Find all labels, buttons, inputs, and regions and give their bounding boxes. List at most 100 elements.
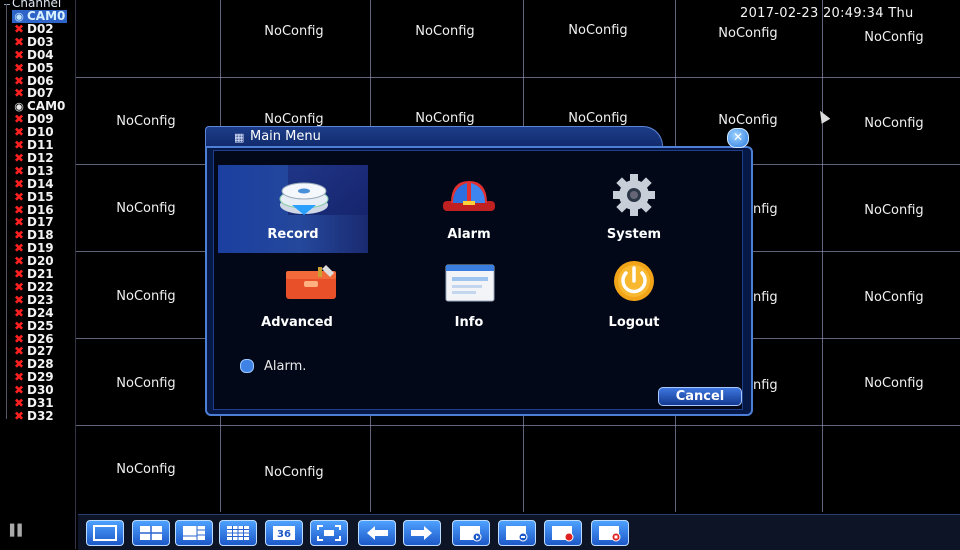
channel-cell-label: NoConfig — [116, 114, 176, 129]
channel-label: D15 — [27, 189, 54, 204]
channel-cell-label: NoConfig — [415, 24, 475, 39]
channel-cell-label: NoConfig — [864, 290, 924, 305]
layout-1-button[interactable] — [86, 520, 124, 546]
channel-label: D28 — [27, 357, 54, 372]
channel-label: D22 — [27, 279, 54, 294]
record-start-icon — [552, 526, 574, 542]
channel-label: D16 — [27, 202, 54, 217]
camera-offline-icon: ✖ — [13, 60, 25, 75]
channel-cell-label: NoConfig — [864, 30, 924, 45]
logout-icon — [614, 261, 654, 301]
dialog-title: Main Menu — [250, 129, 321, 144]
record-start-button[interactable] — [544, 520, 582, 546]
channel-label: D23 — [27, 292, 54, 307]
grid-divider — [76, 425, 960, 426]
channel-label: D27 — [27, 344, 54, 359]
status-line: Alarm. — [240, 358, 307, 374]
channel-label: CAM0 — [27, 99, 66, 114]
channel-item-d32[interactable]: ✖ D32 — [12, 408, 54, 423]
menu-item-record[interactable]: Record — [218, 165, 368, 253]
camera-offline-icon: ✖ — [13, 34, 25, 49]
channel-label: D11 — [27, 138, 54, 152]
bottom-toolbar: 36 — [78, 514, 960, 550]
fullscreen-button[interactable] — [310, 520, 348, 546]
channel-label: D05 — [27, 60, 54, 75]
channel-label: D03 — [27, 34, 54, 49]
advanced-icon — [286, 265, 336, 299]
channel-cell-label: NoConfig — [568, 111, 628, 126]
close-icon[interactable]: ✕ — [727, 128, 749, 148]
arrow-right-icon — [411, 526, 432, 540]
menu-item-alarm[interactable]: Alarm — [394, 165, 544, 253]
layout-36-button[interactable]: 36 — [265, 520, 303, 546]
channel-cell-label: NoConfig — [116, 462, 176, 477]
camera-offline-icon: ✖ — [13, 279, 25, 294]
ptz-button[interactable] — [498, 520, 536, 546]
dialog-body: Record Alarm System Advanced Info Logout… — [205, 146, 753, 416]
menu-item-label: Logout — [608, 315, 660, 330]
channel-label: D29 — [27, 370, 54, 385]
channel-cell-label: NoConfig — [116, 289, 176, 304]
channel-cell-label: NoConfig — [264, 112, 324, 127]
channel-label: D07 — [27, 86, 54, 101]
cancel-button[interactable]: Cancel — [658, 387, 742, 406]
channel-label: D13 — [27, 163, 54, 178]
channel-label: D10 — [27, 125, 54, 140]
menu-item-label: System — [606, 227, 662, 242]
channel-label: D25 — [27, 318, 54, 333]
channel-cell-label: NoConfig — [116, 376, 176, 391]
tree-connector — [4, 4, 10, 5]
camera-offline-icon: ✖ — [13, 318, 25, 333]
channel-cell-label: NoConfig — [864, 376, 924, 391]
info-icon — [445, 264, 495, 302]
info-dot-icon — [240, 358, 254, 373]
camera-offline-icon: ✖ — [13, 150, 25, 165]
menu-item-logout[interactable]: Logout — [559, 253, 709, 341]
channel-cell-label: NoConfig — [415, 111, 475, 126]
system-icon — [613, 174, 655, 216]
previous-button[interactable] — [358, 520, 396, 546]
quad-view-icon — [140, 526, 162, 540]
channel-cell-label: NoConfig — [864, 116, 924, 131]
channel-label: D02 — [27, 21, 54, 36]
record-stop-button[interactable] — [591, 520, 629, 546]
status-text: Alarm. — [264, 359, 307, 374]
channel-label: D18 — [27, 228, 54, 243]
menu-item-system[interactable]: System — [559, 165, 709, 253]
channel-label: D09 — [27, 112, 54, 127]
camera-offline-icon: ✖ — [13, 408, 25, 423]
channel-sidebar: Channel ◉ CAM0 ✖ D02 ✖ D03 ✖ D04 ✖ D05 ✖ D06 ✖ D07 ◉ CA… — [0, 0, 76, 549]
layout-16-button[interactable] — [219, 520, 257, 546]
channel-label: D12 — [27, 150, 54, 165]
camera-offline-icon: ✖ — [13, 47, 25, 62]
record-stop-icon — [599, 526, 621, 542]
menu-item-label: Info — [454, 315, 484, 330]
camera-offline-icon: ✖ — [13, 305, 25, 320]
record-icon — [279, 182, 329, 215]
channel-label: D14 — [27, 176, 54, 191]
playback-button[interactable] — [452, 520, 490, 546]
playback-icon — [460, 526, 482, 542]
ptz-icon — [506, 526, 528, 542]
channel-label: D20 — [27, 254, 54, 269]
datetime-display: 2017-02-23 20:49:34 Thu — [740, 6, 914, 21]
menu-item-info[interactable]: Info — [394, 253, 544, 341]
camera-offline-icon: ✖ — [13, 189, 25, 204]
menu-item-advanced[interactable]: Advanced — [222, 253, 372, 341]
main-menu-dialog: ▦ Main Menu Record Alarm System Advanced… — [205, 126, 753, 416]
channel-label: D30 — [27, 383, 54, 398]
svg-text:36: 36 — [277, 529, 291, 540]
channel-label: D32 — [27, 408, 54, 423]
signal-bars-icon: ▌▌ — [10, 524, 26, 537]
layout-8-button[interactable] — [175, 520, 213, 546]
layout-4-button[interactable] — [132, 520, 170, 546]
thirtysix-view-icon: 36 — [273, 526, 295, 540]
channel-label: D06 — [27, 73, 54, 88]
channel-cell-label: NoConfig — [264, 24, 324, 39]
menu-icon: ▦ — [234, 131, 245, 144]
channel-cell-label: NoConfig — [718, 26, 778, 41]
channel-label: CAM0 — [27, 9, 66, 23]
single-view-icon — [93, 525, 117, 541]
next-button[interactable] — [403, 520, 441, 546]
sixteen-view-icon — [227, 526, 249, 540]
